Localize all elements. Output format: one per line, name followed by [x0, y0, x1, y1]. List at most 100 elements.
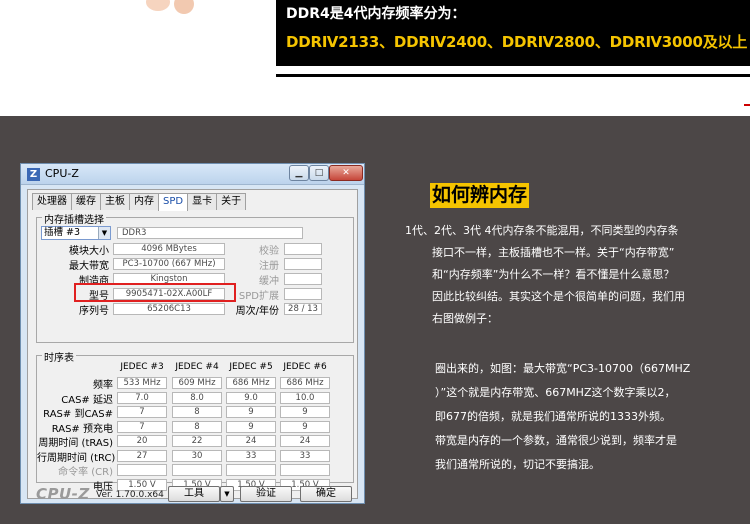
tab-about[interactable]: 关于	[216, 193, 247, 210]
slot-selected-value: 插槽 #3	[44, 227, 81, 238]
tools-dropdown-button[interactable]: ▼	[220, 486, 234, 502]
paragraph-line: ）”这个就是内存带宽、667MHZ这个数字乘以2，	[435, 386, 676, 399]
timing-cell: 7	[117, 406, 167, 418]
correction-value	[284, 243, 322, 255]
tab-cache[interactable]: 缓存	[71, 193, 101, 210]
chevron-down-icon: ▼	[224, 490, 230, 498]
module-size-value: 4096 MBytes	[113, 243, 225, 255]
mascot-feet-image	[146, 0, 194, 14]
timing-cell: 24	[280, 435, 330, 447]
spec-title: DDR4是4代内存频率分为：	[286, 6, 466, 22]
registered-label: 注册	[259, 261, 279, 272]
slot-group-title: 内存插槽选择	[42, 211, 106, 226]
timing-cell: 33	[226, 449, 276, 462]
timings-table-group: 时序表 JEDEC #3 JEDEC #4 JEDEC #5 JEDEC #6 频率 53…	[36, 349, 354, 493]
timing-cell: 27	[117, 449, 167, 462]
timing-column-header: JEDEC #6	[283, 362, 327, 372]
timing-cell: 24	[226, 435, 276, 447]
max-bandwidth-label: 最大带宽	[69, 261, 109, 272]
timing-cell: 7.0	[117, 391, 167, 404]
timing-cell: 10.0	[280, 391, 330, 404]
spec-frequency-list: DDRⅣ2133、DDRⅣ2400、DDRⅣ2800、DDRⅣ3000及以上	[286, 33, 748, 51]
paragraph-line: 带宽是内存的一个参数，通常很少说到，频率才是	[435, 434, 677, 447]
registered-value	[284, 258, 322, 270]
timing-cell: 33	[280, 449, 330, 462]
cpuz-app-icon: Z	[27, 168, 40, 181]
timing-cell: 8	[172, 406, 222, 418]
validate-button[interactable]: 验证	[240, 486, 292, 502]
timing-cell: 7	[117, 420, 167, 433]
tools-button[interactable]: 工具	[168, 486, 220, 502]
paragraph-line: 和“内存频率”为什么不一样？看不懂是什么意思？	[432, 268, 675, 281]
week-year-label: 周次/年份	[235, 306, 279, 317]
timing-cell: 22	[172, 435, 222, 447]
timing-cell: 8	[172, 420, 222, 433]
tab-bar: 处理器 缓存 主板 内存 SPD 显卡 关于	[32, 193, 247, 211]
timing-row-label: 命令率 (CR)	[58, 467, 113, 478]
timing-cell: 20	[117, 435, 167, 447]
buffered-value	[284, 273, 322, 285]
max-bandwidth-highlight-box	[74, 283, 236, 302]
section-heading: 如何辨内存	[430, 183, 530, 208]
top-banner: DDR4是4代内存频率分为： DDRⅣ2133、DDRⅣ2400、DDRⅣ280…	[0, 0, 750, 116]
decorative-mark	[744, 104, 750, 106]
timing-cell: 9.0	[226, 391, 276, 404]
timing-row-label: RAS# 到CAS#	[43, 409, 113, 420]
paragraph-line: 我们通常所说的，切记不要搞混。	[435, 458, 600, 471]
buffered-label: 缓冲	[259, 276, 279, 287]
timing-column-header: JEDEC #5	[229, 362, 273, 372]
version-text: Ver. 1.70.0.x64	[96, 490, 164, 500]
paragraph-line: 右图做例子：	[432, 312, 498, 325]
paragraph-line: 接口不一样，主板插槽也不一样。关于“内存带宽”	[432, 246, 675, 259]
paragraph-line: 1代、2代、3代 4代内存条不能混用，不同类型的内存条	[405, 224, 679, 237]
maximize-button[interactable]: □	[309, 165, 329, 181]
tab-processor[interactable]: 处理器	[32, 193, 72, 210]
timing-cell: 533 MHz	[117, 377, 167, 389]
slot-selection-group: 内存插槽选择 插槽 #3 ▼ DDR3 模块大小 4096 MBytes 校验 …	[36, 211, 354, 343]
timing-row-label: CAS# 延迟	[61, 394, 113, 406]
paragraph-line: 圈出来的，如图：最大带宽“PC3-10700（667MHZ	[435, 362, 691, 375]
tab-graphics[interactable]: 显卡	[187, 193, 218, 210]
timing-cell: 1.50 V	[117, 478, 167, 491]
timing-cell: 686 MHz	[280, 377, 330, 389]
timing-row-label: 频率	[93, 380, 113, 391]
cpuz-window: Z CPU-Z ▁ □ ✕ 处理器 缓存 主板 内存 SPD 显卡 关于 内存插…	[20, 163, 365, 504]
timing-cell: 8.0	[172, 391, 222, 404]
timing-cell	[280, 464, 330, 476]
timing-cell: 9	[280, 406, 330, 418]
max-bandwidth-value: PC3-10700 (667 MHz)	[113, 258, 225, 270]
window-title: CPU-Z	[45, 167, 79, 180]
timing-cell: 686 MHz	[226, 377, 276, 389]
timing-column-header: JEDEC #4	[175, 362, 219, 372]
timing-cell: 30	[172, 449, 222, 462]
timing-column-header: JEDEC #3	[120, 362, 164, 372]
close-icon: ✕	[342, 168, 350, 178]
spd-ext-label: SPD扩展	[238, 291, 279, 302]
tab-spd[interactable]: SPD	[158, 193, 189, 211]
timing-cell	[226, 464, 276, 476]
correction-label: 校验	[259, 246, 279, 257]
timing-row-label: 周期时间 (tRAS)	[38, 438, 113, 449]
timing-cell: 609 MHz	[172, 377, 222, 389]
divider	[276, 74, 750, 77]
ddr4-spec-box: DDR4是4代内存频率分为： DDRⅣ2133、DDRⅣ2400、DDRⅣ280…	[276, 0, 750, 66]
minimize-button[interactable]: ▁	[289, 165, 309, 181]
tab-memory[interactable]: 内存	[129, 193, 159, 210]
paragraph-line: 即677的倍频，就是我们通常所说的1333外频。	[435, 410, 671, 423]
window-titlebar[interactable]: Z CPU-Z ▁ □ ✕	[21, 164, 364, 185]
timing-row-label: 行周期时间 (tRC)	[37, 452, 116, 464]
cpuz-client-area: 处理器 缓存 主板 内存 SPD 显卡 关于 内存插槽选择 插槽 #3 ▼ DD…	[27, 189, 358, 503]
serial-value: 65206C13	[113, 303, 225, 315]
slot-dropdown[interactable]: 插槽 #3 ▼	[41, 226, 111, 240]
week-year-value: 28 / 13	[284, 303, 322, 315]
close-button[interactable]: ✕	[329, 165, 363, 181]
ok-button[interactable]: 确定	[300, 486, 352, 502]
tab-mainboard[interactable]: 主板	[100, 193, 130, 210]
timing-cell	[117, 464, 167, 476]
timing-cell: 9	[226, 420, 276, 433]
timing-row-label: RAS# 预充电	[51, 423, 113, 435]
serial-label: 序列号	[79, 306, 109, 317]
timing-cell	[172, 464, 222, 476]
module-size-label: 模块大小	[69, 246, 109, 257]
timing-cell: 9	[280, 420, 330, 433]
